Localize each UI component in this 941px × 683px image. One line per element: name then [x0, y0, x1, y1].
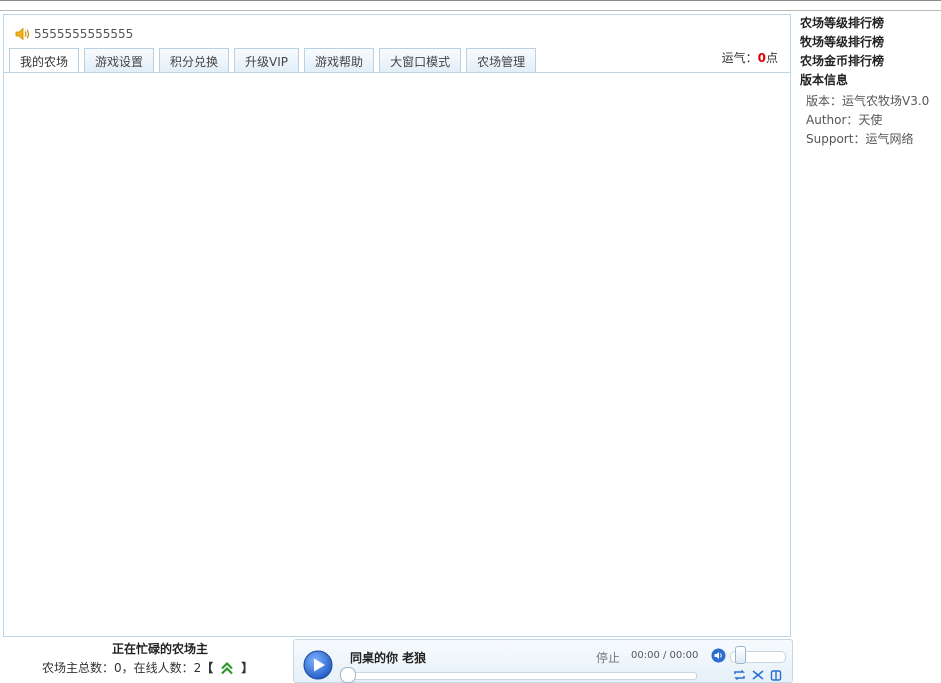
bracket-open: 【	[201, 661, 214, 675]
luck-value: 0	[757, 51, 766, 65]
right-sidebar: 农场等级排行榜 牧场等级排行榜 农场金币排行榜 版本信息 版本：运气农牧场V3.…	[800, 14, 941, 149]
support-row: Support：运气网络	[806, 132, 914, 146]
version-info-heading: 版本信息	[800, 73, 849, 87]
time-readout: 00:00 / 00:00	[631, 650, 699, 661]
song-title: 同桌的你 老狼	[350, 651, 427, 665]
play-icon[interactable]	[303, 650, 333, 680]
tab-game-settings[interactable]: 游戏设置	[84, 48, 155, 72]
tab-farm-management[interactable]: 农场管理	[466, 48, 537, 72]
version-row: 版本：运气农牧场V3.0	[806, 94, 930, 108]
farm-main-panel: 5555555555555 我的农场 游戏设置 积分兑换 升级VIP 游戏帮助 …	[3, 14, 791, 637]
double-chevron-up-icon[interactable]	[221, 661, 234, 675]
announcement-marquee: 5555555555555	[15, 26, 133, 42]
tab-large-window[interactable]: 大窗口模式	[379, 48, 462, 72]
volume-icon[interactable]	[711, 648, 726, 663]
luck-label: 运气：	[721, 51, 758, 65]
volume-slider-handle[interactable]	[734, 646, 746, 664]
top-divider	[0, 0, 941, 1]
playlist-icon[interactable]	[770, 669, 782, 681]
top-divider-secondary	[0, 10, 941, 11]
luck-unit: 点	[765, 51, 778, 65]
music-player: 同桌的你 老狼 停止 00:00 / 00:00	[293, 639, 793, 683]
farm-level-ranking-link[interactable]: 农场等级排行榜	[800, 14, 941, 33]
tab-points-exchange[interactable]: 积分兑换	[159, 48, 230, 72]
tab-my-farm[interactable]: 我的农场	[9, 48, 80, 73]
speaker-icon	[15, 27, 30, 41]
author-row: Author：天使	[806, 113, 883, 127]
luck-indicator: 运气：0点	[722, 49, 778, 66]
farm-content-area	[4, 73, 790, 636]
online-farmers-section: 正在忙碌的农场主 农场主总数：0，在线人数：2 【 】	[30, 640, 290, 678]
main-tabs: 我的农场 游戏设置 积分兑换 升级VIP 游戏帮助 大窗口模式 农场管理	[9, 48, 541, 73]
marquee-text: 5555555555555	[34, 27, 134, 41]
stop-button[interactable]: 停止	[596, 649, 620, 666]
bracket-close: 】	[241, 661, 254, 675]
version-info-list: 版本：运气农牧场V3.0 Author：天使 Support：运气网络	[800, 92, 941, 149]
shuffle-icon[interactable]	[752, 669, 764, 681]
repeat-icon[interactable]	[733, 669, 746, 681]
ranch-level-ranking-link[interactable]: 牧场等级排行榜	[800, 33, 941, 52]
busy-farmers-title: 正在忙碌的农场主	[111, 642, 208, 656]
progress-bar[interactable]	[341, 672, 697, 680]
farmer-stats: 农场主总数：0，在线人数：2 【 】	[42, 658, 290, 678]
farm-gold-ranking-link[interactable]: 农场金币排行榜	[800, 52, 941, 71]
tab-upgrade-vip[interactable]: 升级VIP	[234, 48, 300, 72]
tab-game-help[interactable]: 游戏帮助	[304, 48, 375, 72]
farmer-stats-text: 农场主总数：0，在线人数：2	[42, 661, 202, 675]
